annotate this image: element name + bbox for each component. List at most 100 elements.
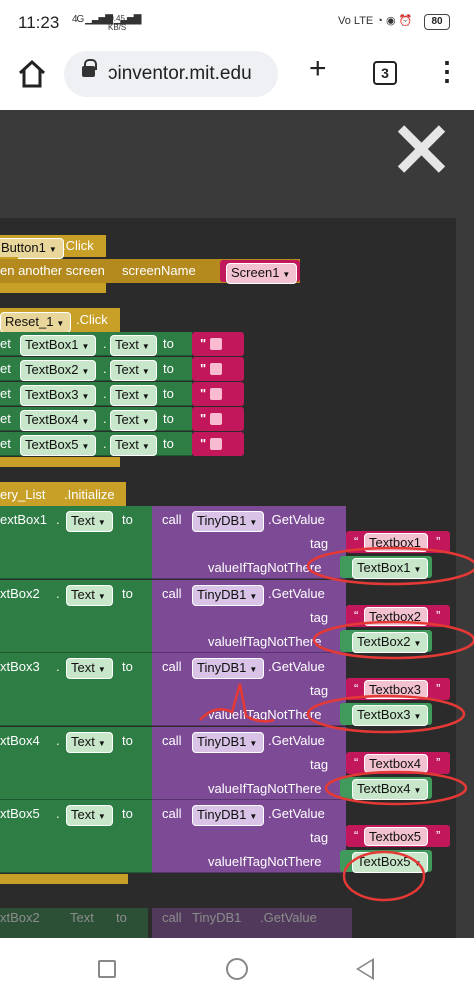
- property-dropdown[interactable]: Text ▼: [110, 410, 157, 431]
- back-icon[interactable]: [356, 958, 374, 980]
- tinydb-getvalue-block[interactable]: call TinyDB1 ▼ .GetValue tag valueIfTagNo…: [152, 653, 346, 726]
- home-nav-icon[interactable]: [226, 958, 248, 980]
- tag-text-block[interactable]: “ Textbox4 ”: [346, 751, 450, 774]
- data-rate-unit: KB/S: [108, 23, 127, 32]
- component-dropdown[interactable]: Reset_1 ▼: [0, 312, 72, 333]
- db-dropdown[interactable]: TinyDB1 ▼: [192, 658, 265, 679]
- quote-close: ”: [436, 681, 441, 696]
- close-icon[interactable]: [396, 124, 446, 174]
- textbox-getter-block[interactable]: TextBox3 ▼: [340, 703, 432, 726]
- system-nav-bar: [0, 938, 474, 1000]
- tag-text-block[interactable]: “ Textbox1 ”: [346, 531, 450, 553]
- set-text-block[interactable]: xtBox3 . Text ▼ to: [0, 653, 152, 726]
- tab-switcher-button[interactable]: 3: [373, 61, 397, 85]
- open-screen-label: en another screen: [0, 263, 105, 278]
- tag-label: tag: [310, 683, 329, 698]
- tag-label: tag: [310, 609, 329, 625]
- tag-value-field[interactable]: Textbox2: [364, 606, 429, 626]
- tag-text-block[interactable]: “ Textbox3 ”: [346, 678, 450, 700]
- tag-value-field[interactable]: Textbox3: [364, 680, 429, 699]
- textbox-getter-block[interactable]: TextBox2 ▼: [340, 629, 432, 653]
- status-time: 11:23: [18, 13, 60, 32]
- empty-string-field[interactable]: [210, 388, 222, 400]
- recent-apps-icon[interactable]: [98, 960, 116, 978]
- event-block-button1-click[interactable]: Button1 ▼ .Click: [0, 235, 106, 259]
- set-text-block[interactable]: et TextBox4 ▼ . Text ▼ to: [0, 407, 192, 431]
- component-dropdown[interactable]: TextBox5 ▼: [20, 435, 97, 456]
- to-label: to: [163, 336, 174, 351]
- screen-dropdown[interactable]: Screen1 ▼: [226, 263, 298, 284]
- menu-icon[interactable]: ⋮: [434, 58, 460, 84]
- set-text-block[interactable]: extBox1 . Text ▼ to: [0, 506, 152, 579]
- event-block-footer: [0, 874, 128, 884]
- textbox-getter-block[interactable]: TextBox5 ▼: [340, 850, 432, 873]
- fallback-dropdown[interactable]: TextBox1 ▼: [352, 558, 429, 579]
- method-label: .GetValue: [268, 732, 325, 748]
- set-text-block[interactable]: et TextBox2 ▼ . Text ▼ to: [0, 357, 192, 381]
- db-dropdown[interactable]: TinyDB1 ▼: [192, 731, 265, 753]
- fallback-dropdown[interactable]: TextBox5 ▼: [352, 852, 429, 873]
- set-text-block[interactable]: et TextBox1 ▼ . Text ▼ to: [0, 332, 192, 356]
- empty-text-block[interactable]: " ": [192, 407, 244, 431]
- empty-string-field[interactable]: [210, 413, 222, 425]
- not-there-label: valueIfTagNotThere: [208, 780, 322, 796]
- set-text-block[interactable]: et TextBox5 ▼ . Text ▼ to: [0, 432, 192, 456]
- empty-text-block[interactable]: " ": [192, 382, 244, 406]
- not-there-label: valueIfTagNotThere: [208, 707, 322, 722]
- db-dropdown[interactable]: TinyDB1 ▼: [192, 805, 265, 826]
- property-dropdown[interactable]: Text ▼: [66, 511, 113, 532]
- fallback-dropdown[interactable]: TextBox4 ▼: [352, 778, 429, 800]
- tinydb-getvalue-block[interactable]: call TinyDB1 ▼ .GetValue tag valueIfTagNo…: [152, 800, 346, 873]
- tinydb-getvalue-block[interactable]: call TinyDB1 ▼ .GetValue tag valueIfTagNo…: [152, 506, 346, 579]
- db-dropdown[interactable]: TinyDB1 ▼: [192, 511, 265, 532]
- component-dropdown[interactable]: TextBox4 ▼: [20, 410, 97, 431]
- property-dropdown[interactable]: Text ▼: [66, 731, 113, 753]
- textbox-getter-block[interactable]: TextBox1 ▼: [340, 556, 432, 579]
- component-name: xtBox5: [0, 806, 40, 821]
- tinydb-getvalue-block[interactable]: call TinyDB1 ▼ .GetValue tag valueIfTagNo…: [152, 726, 346, 800]
- property-dropdown[interactable]: Text ▼: [110, 435, 157, 456]
- new-tab-button[interactable]: +: [309, 54, 327, 84]
- property-dropdown[interactable]: Text ▼: [110, 385, 157, 406]
- empty-text-block[interactable]: " ": [192, 332, 244, 356]
- property-dropdown[interactable]: Text ▼: [110, 335, 157, 356]
- component-dropdown[interactable]: Button1 ▼: [0, 238, 64, 259]
- event-block-reset-click[interactable]: Reset_1 ▼ .Click: [0, 308, 120, 333]
- address-bar[interactable]: ɔinventor.mit.edu: [64, 51, 278, 97]
- textbox-getter-block[interactable]: TextBox4 ▼: [340, 776, 432, 800]
- db-dropdown[interactable]: TinyDB1 ▼: [192, 584, 265, 606]
- tinydb-getvalue-block[interactable]: call TinyDB1 ▼ .GetValue tag valueIfTagNo…: [152, 579, 346, 653]
- fallback-dropdown[interactable]: TextBox2 ▼: [352, 631, 429, 653]
- event-block-initialize[interactable]: ery_List .Initialize: [0, 482, 126, 506]
- ghost-call: call: [162, 910, 182, 925]
- empty-string-field[interactable]: [210, 438, 222, 450]
- tag-text-block[interactable]: “ Textbox5 ”: [346, 825, 450, 847]
- home-icon[interactable]: [16, 58, 48, 90]
- set-text-block[interactable]: xtBox5 . Text ▼ to: [0, 800, 152, 873]
- set-text-block[interactable]: et TextBox3 ▼ . Text ▼ to: [0, 382, 192, 406]
- tag-text-block[interactable]: “ Textbox2 ”: [346, 604, 450, 627]
- property-dropdown[interactable]: Text ▼: [66, 658, 113, 679]
- to-label: to: [122, 732, 133, 748]
- tag-value-field[interactable]: Textbox5: [364, 827, 429, 846]
- empty-string-field[interactable]: [210, 338, 222, 350]
- property-dropdown[interactable]: Text ▼: [66, 805, 113, 826]
- tag-value-field[interactable]: Textbox1: [364, 533, 429, 552]
- quote-close: ”: [436, 754, 441, 770]
- property-dropdown[interactable]: Text ▼: [110, 360, 157, 381]
- component-dropdown[interactable]: TextBox1 ▼: [20, 335, 97, 356]
- component-dropdown[interactable]: TextBox3 ▼: [20, 385, 97, 406]
- empty-text-block[interactable]: " ": [192, 357, 244, 381]
- component-dropdown[interactable]: TextBox2 ▼: [20, 360, 97, 381]
- set-text-block[interactable]: xtBox4 . Text ▼ to: [0, 726, 152, 800]
- empty-string-field[interactable]: [210, 363, 222, 375]
- alarm-icon: ⏰: [398, 15, 413, 27]
- fallback-dropdown[interactable]: TextBox3 ▼: [352, 705, 429, 726]
- tag-value-field[interactable]: Textbox4: [364, 753, 429, 773]
- text-block-screen1[interactable]: Screen1 ▼: [220, 260, 300, 284]
- property-dropdown[interactable]: Text ▼: [66, 584, 113, 606]
- to-label: to: [163, 361, 174, 376]
- set-text-block[interactable]: xtBox2 . Text ▼ to: [0, 579, 152, 653]
- empty-text-block[interactable]: " ": [192, 432, 244, 456]
- event-block-footer: [0, 457, 120, 467]
